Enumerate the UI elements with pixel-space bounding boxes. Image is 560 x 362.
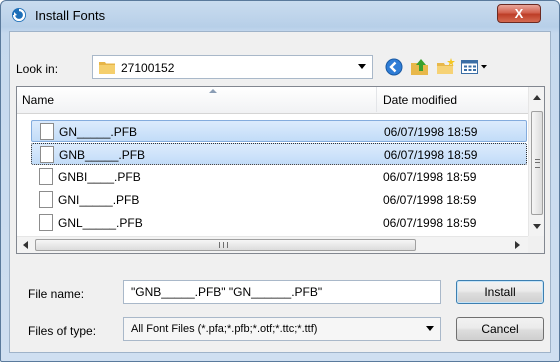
- close-button[interactable]: X: [497, 4, 541, 23]
- up-folder-icon[interactable]: [410, 57, 430, 77]
- list-header: Name Date modified: [17, 87, 528, 114]
- file-name-input[interactable]: [123, 280, 441, 304]
- scroll-right-icon[interactable]: [515, 241, 520, 249]
- file-date: 06/07/1998 18:59: [384, 148, 478, 162]
- file-date: 06/07/1998 18:59: [384, 125, 478, 139]
- install-button[interactable]: Install: [456, 280, 544, 304]
- list-item[interactable]: GN_____.PFB 06/07/1998 18:59: [31, 120, 527, 142]
- files-of-type-dropdown[interactable]: All Font Files (*.pfa;*.pfb;*.otf;*.ttc;…: [123, 317, 441, 341]
- chevron-down-icon: [358, 64, 366, 69]
- cancel-button[interactable]: Cancel: [456, 317, 544, 341]
- file-list[interactable]: Name Date modified GN_____.PFB 06/07/199…: [16, 86, 545, 254]
- file-icon: [39, 168, 53, 185]
- file-name: GNB_____.PFB: [59, 148, 146, 162]
- scroll-up-icon[interactable]: [533, 95, 541, 100]
- back-icon[interactable]: [384, 57, 404, 77]
- list-item[interactable]: GNI_____.PFB 06/07/1998 18:59: [31, 189, 527, 211]
- look-in-label: Look in:: [16, 62, 59, 76]
- chevron-down-icon: [426, 326, 434, 331]
- close-icon: X: [514, 6, 524, 21]
- look-in-dropdown[interactable]: 27100152: [92, 55, 373, 79]
- file-name: GNI_____.PFB: [58, 193, 140, 207]
- grip-icon: [535, 159, 540, 168]
- vertical-scroll-thumb[interactable]: [531, 111, 543, 215]
- horizontal-scroll-thumb[interactable]: [35, 239, 416, 251]
- file-name: GNL_____.PFB: [58, 216, 143, 230]
- look-in-value: 27100152: [121, 61, 175, 75]
- file-icon: [40, 146, 54, 163]
- column-divider[interactable]: [376, 87, 377, 112]
- vertical-scrollbar[interactable]: [528, 87, 544, 236]
- scroll-corner: [528, 236, 544, 253]
- list-item[interactable]: GNL_____.PFB 06/07/1998 18:59: [31, 212, 527, 234]
- file-date: 06/07/1998 18:59: [383, 216, 477, 230]
- column-header-name[interactable]: Name: [22, 93, 54, 107]
- sort-ascending-icon: [209, 89, 217, 93]
- file-name: GN_____.PFB: [59, 125, 138, 139]
- window-title: Install Fonts: [35, 8, 106, 23]
- list-item[interactable]: GNB_____.PFB 06/07/1998 18:59: [31, 143, 527, 165]
- scroll-left-icon[interactable]: [23, 241, 28, 249]
- file-name: GNBI____.PFB: [58, 170, 141, 184]
- title-bar[interactable]: Install Fonts X: [1, 1, 559, 29]
- grip-icon: [219, 242, 228, 248]
- file-icon: [39, 191, 53, 208]
- folder-icon: [99, 62, 115, 74]
- scroll-down-icon[interactable]: [533, 224, 541, 229]
- column-header-date-modified[interactable]: Date modified: [383, 93, 457, 107]
- file-name-label: File name:: [28, 287, 85, 301]
- new-folder-icon[interactable]: [436, 57, 456, 77]
- views-icon[interactable]: [460, 57, 492, 77]
- file-date: 06/07/1998 18:59: [383, 193, 477, 207]
- file-icon: [40, 123, 54, 140]
- file-icon: [39, 214, 53, 231]
- files-of-type-label: Files of type:: [28, 324, 97, 338]
- install-fonts-icon: [12, 8, 26, 22]
- list-item[interactable]: GNBI____.PFB 06/07/1998 18:59: [31, 166, 527, 188]
- file-date: 06/07/1998 18:59: [383, 170, 477, 184]
- horizontal-scrollbar[interactable]: [17, 236, 528, 253]
- files-of-type-value: All Font Files (*.pfa;*.pfb;*.otf;*.ttc;…: [131, 323, 318, 335]
